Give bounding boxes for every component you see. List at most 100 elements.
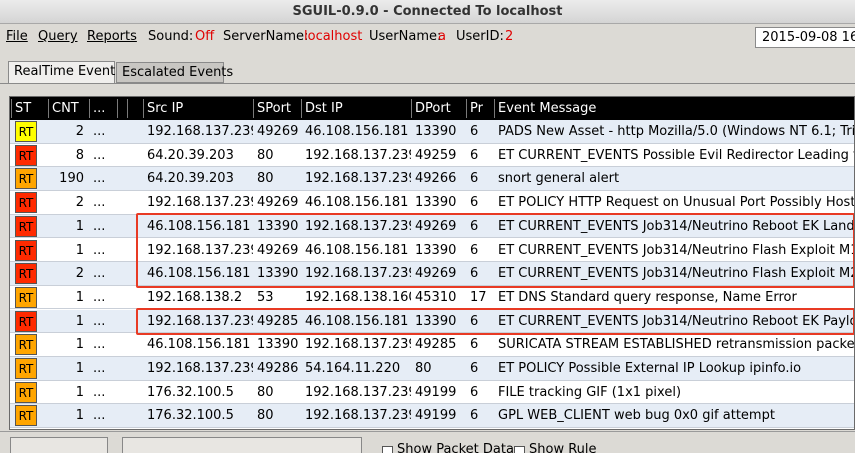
- user-label: UserName:: [369, 29, 442, 44]
- menu-query[interactable]: Query: [38, 25, 78, 49]
- show-packet-data-checkbox[interactable]: [382, 446, 393, 453]
- cell-cnt: 2: [75, 124, 84, 139]
- cell-pr: 6: [470, 195, 479, 211]
- tab-realtime-events[interactable]: RealTime Events: [8, 61, 122, 84]
- cell-sport: 80: [257, 171, 274, 187]
- status-badge[interactable]: RT: [15, 381, 37, 403]
- status-badge[interactable]: RT: [15, 121, 37, 142]
- cell-sport: 49269: [257, 195, 299, 211]
- table-row[interactable]: RT 8... 64.20.39.203 80 192.168.137.239 49259…: [10, 143, 854, 168]
- table-row[interactable]: RT 1... 46.108.156.181 13390 192.168.137.239…: [10, 333, 854, 357]
- status-badge[interactable]: RT: [15, 263, 37, 285]
- cell-dport: 80: [415, 361, 432, 376]
- bottom-pane-tab-2[interactable]: [122, 437, 362, 453]
- cell-sport: 13390: [257, 337, 299, 353]
- sound-value: Off: [195, 29, 215, 44]
- cell-sensor: ...: [93, 242, 106, 258]
- status-badge[interactable]: RT: [15, 405, 37, 427]
- status-badge[interactable]: RT: [15, 215, 37, 237]
- cell-dst-ip: 192.168.137.239: [305, 171, 411, 187]
- col-cnt[interactable]: CNT: [48, 99, 88, 118]
- table-row[interactable]: RT 2... 192.168.137.239 49269 46.108.156.181…: [10, 120, 854, 144]
- cell-sport: 80: [257, 408, 274, 424]
- cell-pr: 6: [470, 171, 479, 187]
- cell-src-ip: 176.32.100.5: [147, 408, 234, 424]
- cell-dst-ip: 192.168.137.239: [305, 384, 411, 400]
- status-badge[interactable]: RT: [15, 286, 37, 308]
- table-row[interactable]: RT 1... 192.168.137.239 49286 54.164.11.220 8…: [10, 357, 854, 381]
- cell-cnt: 2: [75, 195, 84, 211]
- userid-label: UserID:: [456, 29, 504, 44]
- tab-escalated-events[interactable]: Escalated Events: [116, 62, 233, 83]
- cell-dst-ip: 192.168.138.160: [305, 289, 411, 305]
- cell-sensor: ...: [93, 266, 106, 282]
- status-badge[interactable]: RT: [15, 168, 37, 190]
- cell-cnt: 1: [75, 313, 84, 329]
- cell-sensor: ...: [93, 195, 106, 211]
- cell-cnt: 1: [75, 289, 84, 305]
- col-src-ip[interactable]: Src IP: [143, 99, 253, 118]
- cell-dport: 13390: [415, 124, 457, 139]
- table-row[interactable]: RT 1... 176.32.100.5 80 192.168.137.239 49199…: [10, 404, 854, 428]
- col-st[interactable]: ST: [11, 99, 47, 118]
- cell-pr: 17: [470, 289, 487, 305]
- cell-src-ip: 192.168.137.239: [147, 124, 253, 139]
- status-badge[interactable]: RT: [15, 144, 37, 166]
- cell-dport: 13390: [415, 195, 457, 211]
- status-badge[interactable]: RT: [15, 192, 37, 214]
- status-badge[interactable]: RT: [15, 334, 37, 356]
- col-dst-ip[interactable]: Dst IP: [301, 99, 411, 118]
- sound-label: Sound:: [148, 29, 194, 44]
- col-sport[interactable]: SPort: [253, 99, 301, 118]
- col-event-message[interactable]: Event Message: [494, 99, 854, 118]
- col-blank-2[interactable]: [127, 99, 144, 118]
- cell-src-ip: 192.168.137.239: [147, 195, 253, 211]
- cell-cnt: 2: [75, 266, 84, 282]
- cell-event-message: ET DNS Standard query response, Name Err…: [498, 289, 797, 305]
- cell-cnt: 1: [75, 337, 84, 353]
- col-pr[interactable]: Pr: [466, 99, 494, 118]
- cell-sensor: ...: [93, 218, 106, 234]
- show-packet-data-label: Show Packet Data: [397, 442, 514, 453]
- col-dport[interactable]: DPort: [411, 99, 466, 118]
- cell-cnt: 1: [75, 242, 84, 258]
- cell-src-ip: 192.168.137.239: [147, 361, 253, 376]
- table-row[interactable]: RT 1... 176.32.100.5 80 192.168.137.239 49199…: [10, 380, 854, 405]
- cell-sport: 49269: [257, 124, 299, 139]
- menu-reports[interactable]: Reports: [87, 25, 137, 49]
- cell-pr: 6: [470, 124, 479, 139]
- bottom-pane-tab-1[interactable]: [10, 437, 108, 453]
- cell-dport: 49199: [415, 384, 457, 400]
- cell-sport: 53: [257, 289, 274, 305]
- user-value: a: [438, 29, 446, 44]
- cell-cnt: 8: [75, 147, 84, 163]
- col-sensor[interactable]: ...: [89, 99, 117, 118]
- status-badge[interactable]: RT: [15, 310, 37, 332]
- cell-cnt: 1: [75, 408, 84, 424]
- col-blank-1[interactable]: [117, 99, 126, 118]
- cell-event-message: ET POLICY Possible External IP Lookup ip…: [498, 361, 802, 376]
- cell-dst-ip: 192.168.137.239: [305, 408, 411, 424]
- table-row[interactable]: RT 190... 64.20.39.203 80 192.168.137.239 492…: [10, 167, 854, 191]
- cell-sport: 80: [257, 384, 274, 400]
- datetime-display: 2015-09-08 16:06: [755, 27, 855, 48]
- table-row[interactable]: RT 2... 192.168.137.239 49269 46.108.156.181…: [10, 191, 854, 215]
- cell-sensor: ...: [93, 313, 106, 329]
- cell-dport: 45310: [415, 289, 457, 305]
- events-table: ST CNT ... Src IP SPort Dst IP DPort Pr …: [9, 96, 855, 430]
- menu-file[interactable]: File: [6, 25, 28, 49]
- show-rule-checkbox[interactable]: [514, 446, 525, 453]
- table-row[interactable]: RT 1... 192.168.138.2 53 192.168.138.160 4531…: [10, 285, 854, 310]
- cell-dport: 49199: [415, 408, 457, 424]
- cell-pr: 6: [470, 147, 479, 163]
- status-badge[interactable]: RT: [15, 358, 37, 379]
- cell-sensor: ...: [93, 337, 106, 353]
- table-header: ST CNT ... Src IP SPort Dst IP DPort Pr …: [10, 97, 854, 120]
- cell-event-message: snort general alert: [498, 171, 620, 187]
- cell-sport: 49286: [257, 361, 299, 376]
- cell-cnt: 1: [75, 361, 84, 376]
- cell-event-message: FILE tracking GIF (1x1 pixel): [498, 384, 682, 400]
- highlight-box-2: [136, 308, 854, 335]
- cell-pr: 6: [470, 337, 479, 353]
- status-badge[interactable]: RT: [15, 239, 37, 261]
